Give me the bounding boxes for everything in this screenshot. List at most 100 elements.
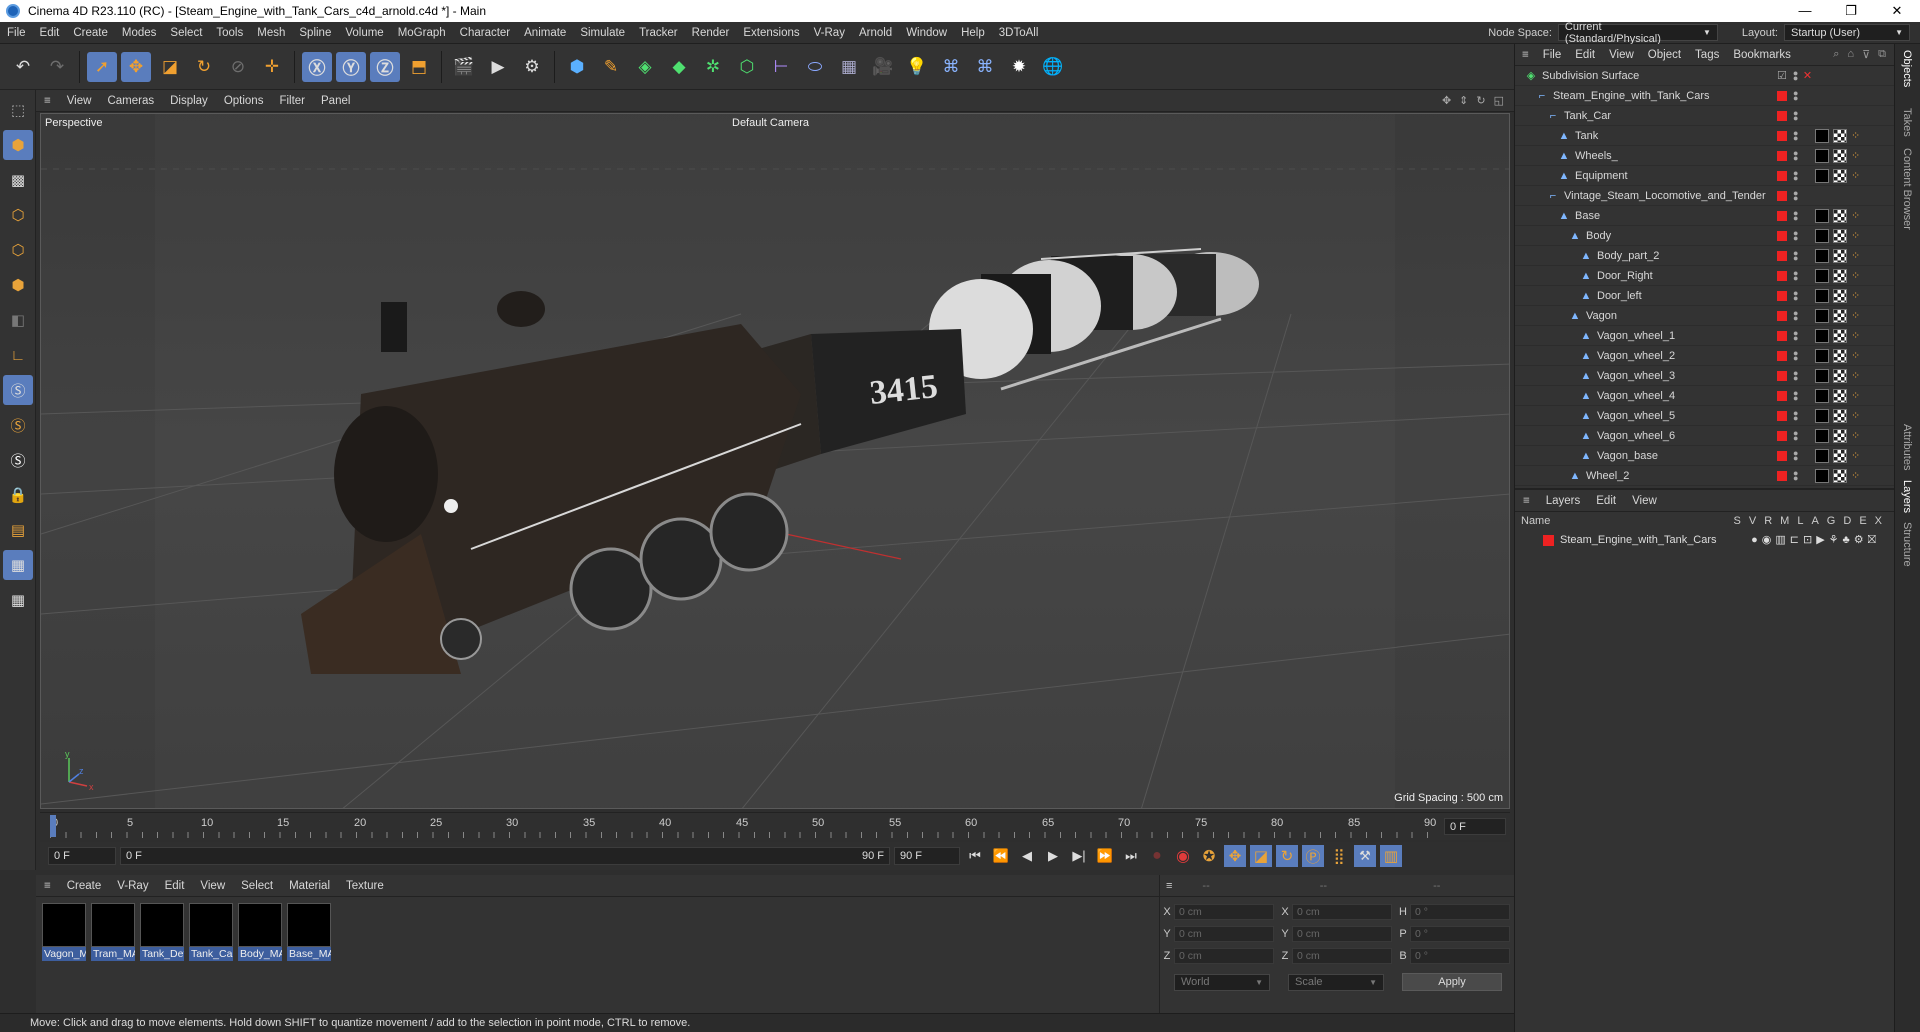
phong-tag-icon[interactable]: ⁘ bbox=[1851, 149, 1863, 163]
layer-color-icon[interactable] bbox=[1777, 190, 1787, 201]
object-row[interactable]: ▲ Door_Right ● ● ⁘ bbox=[1515, 266, 1894, 286]
menu-edit[interactable]: Edit bbox=[33, 27, 67, 39]
object-row[interactable]: ⌐ Tank_Car ● ● bbox=[1515, 106, 1894, 126]
tab-takes[interactable]: Takes bbox=[1901, 108, 1913, 137]
object-row[interactable]: ⌐ Vintage_Steam_Locomotive_and_Tender ● ● bbox=[1515, 186, 1894, 206]
previous-frame-icon[interactable]: ◀ bbox=[1016, 845, 1038, 867]
texture-tag-icon[interactable] bbox=[1833, 228, 1847, 243]
rotation-b-field[interactable]: 0 ° bbox=[1410, 948, 1510, 964]
texture-tag-icon[interactable] bbox=[1833, 288, 1847, 303]
redo-icon[interactable]: ↷ bbox=[42, 52, 72, 82]
object-row[interactable]: ▲ Vagon ● ● ⁘ bbox=[1515, 306, 1894, 326]
uv-mode-icon[interactable]: ◧ bbox=[3, 305, 33, 335]
recent-tool-icon[interactable]: ⊘ bbox=[223, 52, 253, 82]
layer-color-icon[interactable] bbox=[1777, 450, 1787, 461]
key-position-icon[interactable]: ✥ bbox=[1224, 845, 1246, 867]
layout-dropdown[interactable]: Startup (User) ▼ bbox=[1784, 24, 1910, 41]
layer-color-icon[interactable] bbox=[1777, 410, 1787, 421]
viewport-menu-panel[interactable]: Panel bbox=[313, 95, 358, 107]
material-tag-icon[interactable] bbox=[1815, 388, 1829, 403]
texture-tag-icon[interactable] bbox=[1833, 208, 1847, 223]
layer-color-icon[interactable] bbox=[1777, 430, 1787, 441]
rotation-h-field[interactable]: 0 ° bbox=[1410, 904, 1510, 920]
material-item[interactable]: Base_MAT bbox=[287, 903, 331, 961]
viewport-menu-view[interactable]: View bbox=[59, 95, 100, 107]
layer-row[interactable]: Steam_Engine_with_Tank_Cars ●◉▥⊏⊡▶⚘♣⚙⛝ bbox=[1515, 530, 1894, 550]
visibility-dots-icon[interactable]: ● ● bbox=[1793, 448, 1798, 462]
phong-tag-icon[interactable]: ⁘ bbox=[1851, 209, 1863, 223]
menu-render[interactable]: Render bbox=[685, 27, 737, 39]
object-row[interactable]: ▲ Vagon_wheel_3 ● ● ⁘ bbox=[1515, 366, 1894, 386]
x-axis-lock-icon[interactable]: Ⓧ bbox=[302, 51, 332, 82]
toggle-view-icon[interactable]: ◱ bbox=[1494, 94, 1504, 107]
key-rotation-icon[interactable]: ↻ bbox=[1276, 845, 1298, 867]
material-menu-view[interactable]: View bbox=[192, 880, 233, 892]
texture-tag-icon[interactable] bbox=[1833, 348, 1847, 363]
menu-tracker[interactable]: Tracker bbox=[632, 27, 685, 39]
visibility-dots-icon[interactable]: ● ● bbox=[1793, 468, 1798, 482]
phong-tag-icon[interactable]: ⁘ bbox=[1851, 269, 1863, 283]
object-row[interactable]: ▲ Wheels_ ● ● ⁘ bbox=[1515, 146, 1894, 166]
menu-character[interactable]: Character bbox=[453, 27, 518, 39]
disable-icon[interactable]: ✕ bbox=[1803, 69, 1812, 82]
light-icon[interactable]: 💡 bbox=[902, 52, 932, 82]
texture-tag-icon[interactable] bbox=[1833, 248, 1847, 263]
viewport-menu-display[interactable]: Display bbox=[162, 95, 216, 107]
phong-tag-icon[interactable]: ⁘ bbox=[1851, 289, 1863, 303]
python-icon[interactable]: ⌘ bbox=[936, 52, 966, 82]
phong-tag-icon[interactable]: ⁘ bbox=[1851, 329, 1863, 343]
visibility-dots-icon[interactable]: ● ● bbox=[1793, 308, 1798, 322]
material-tag-icon[interactable] bbox=[1815, 428, 1829, 443]
objects-menu-tags[interactable]: Tags bbox=[1688, 49, 1726, 61]
object-row[interactable]: ▲ Vagon_wheel_4 ● ● ⁘ bbox=[1515, 386, 1894, 406]
object-row[interactable]: ⌐ Steam_Engine_with_Tank_Cars ● ● bbox=[1515, 86, 1894, 106]
scene-icon[interactable]: ⬭ bbox=[800, 52, 830, 82]
menu-file[interactable]: File bbox=[0, 27, 33, 39]
menu-tools[interactable]: Tools bbox=[209, 27, 250, 39]
menu-mesh[interactable]: Mesh bbox=[250, 27, 292, 39]
layers-menu-view[interactable]: View bbox=[1624, 495, 1665, 507]
close-icon[interactable]: ✕ bbox=[1874, 3, 1920, 19]
zoom-view-icon[interactable]: ⇕ bbox=[1459, 94, 1468, 107]
motion-system-icon[interactable]: ⚒ bbox=[1354, 845, 1376, 867]
transform-tool-icon[interactable]: ✛ bbox=[257, 52, 287, 82]
visibility-dots-icon[interactable]: ● ● bbox=[1793, 68, 1798, 82]
material-tag-icon[interactable] bbox=[1815, 368, 1829, 383]
render-view-icon[interactable]: 🎬 bbox=[449, 52, 479, 82]
menu-animate[interactable]: Animate bbox=[517, 27, 573, 39]
go-to-end-icon[interactable]: ⏭ bbox=[1120, 845, 1142, 867]
visibility-dots-icon[interactable]: ● ● bbox=[1793, 388, 1798, 402]
filter-icon[interactable]: ⊽ bbox=[1862, 48, 1870, 61]
layers-menu-layers[interactable]: Layers bbox=[1538, 495, 1589, 507]
material-tag-icon[interactable] bbox=[1815, 208, 1829, 223]
start-frame-field[interactable]: 0 F bbox=[48, 847, 116, 865]
tab-layers[interactable]: Layers bbox=[1901, 480, 1913, 513]
phong-tag-icon[interactable]: ⁘ bbox=[1851, 309, 1863, 323]
texture-tag-icon[interactable] bbox=[1833, 308, 1847, 323]
cube-icon[interactable]: ⬢ bbox=[562, 52, 592, 82]
hamburger-icon[interactable]: ≡ bbox=[1515, 495, 1538, 507]
timeline-ruler[interactable]: 0 5 10 15 20 25 30 35 40 45 50 55 60 65 … bbox=[40, 812, 1510, 840]
object-row[interactable]: ▲ Vagon_wheel_2 ● ● ⁘ bbox=[1515, 346, 1894, 366]
material-menu-vray[interactable]: V-Ray bbox=[109, 880, 156, 892]
quantize-icon[interactable]: Ⓢ bbox=[3, 445, 33, 475]
menu-select[interactable]: Select bbox=[163, 27, 209, 39]
deformer-icon[interactable]: ⊢ bbox=[766, 52, 796, 82]
texture-tag-icon[interactable] bbox=[1833, 428, 1847, 443]
layer-color-icon[interactable] bbox=[1777, 270, 1787, 281]
visibility-dots-icon[interactable]: ● ● bbox=[1793, 148, 1798, 162]
minimize-icon[interactable]: — bbox=[1782, 3, 1828, 19]
pen-spline-icon[interactable]: ✎ bbox=[596, 52, 626, 82]
phong-tag-icon[interactable]: ⁘ bbox=[1851, 249, 1863, 263]
visibility-dots-icon[interactable]: ● ● bbox=[1793, 188, 1798, 202]
visibility-dots-icon[interactable]: ● ● bbox=[1793, 108, 1798, 122]
snap-settings-icon[interactable]: Ⓢ bbox=[3, 410, 33, 440]
objects-menu-edit[interactable]: Edit bbox=[1568, 49, 1602, 61]
material-menu-material[interactable]: Material bbox=[281, 880, 338, 892]
apply-button[interactable]: Apply bbox=[1402, 973, 1502, 991]
object-row[interactable]: ▲ Door_left ● ● ⁘ bbox=[1515, 286, 1894, 306]
python-generator-icon[interactable]: ⌘ bbox=[970, 52, 1000, 82]
phong-tag-icon[interactable]: ⁘ bbox=[1851, 469, 1863, 483]
material-tag-icon[interactable] bbox=[1815, 408, 1829, 423]
layers-menu-edit[interactable]: Edit bbox=[1588, 495, 1624, 507]
